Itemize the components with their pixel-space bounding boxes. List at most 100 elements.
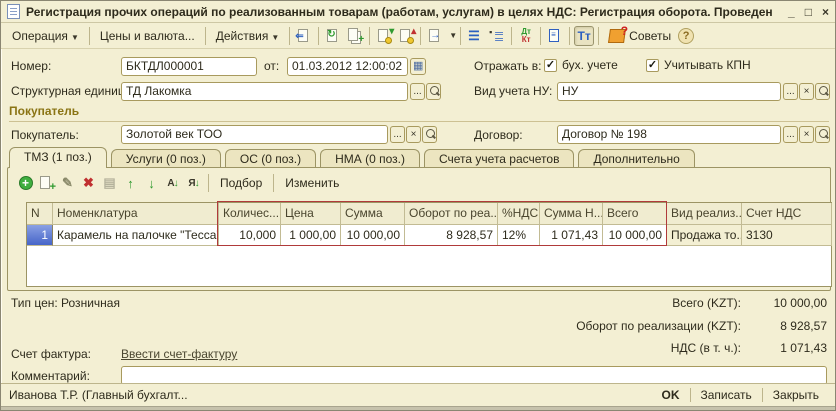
date-field[interactable]: 01.03.2012 12:00:02 (287, 57, 408, 76)
move-up-button[interactable]: ↑ (121, 174, 140, 193)
turnover-label: Оборот по реализации (KZT): (501, 319, 741, 333)
maximize-button[interactable]: □ (805, 5, 812, 19)
table-header-cell: Всего (603, 203, 667, 225)
table-cell[interactable]: 3130 (742, 225, 832, 246)
footer-bar: Иванова Т.Р. (Главный бухгалт... OK Запи… (1, 383, 835, 406)
table-row[interactable]: 1Карамель на палочке "Тесса"10,0001 000,… (27, 225, 831, 246)
table-header-cell: Сумма (341, 203, 405, 225)
structural-unit-field[interactable]: ТД Лакомка (121, 82, 408, 101)
items-table[interactable]: NНоменклатураКоличес...ЦенаСуммаОборот п… (26, 202, 832, 287)
table-cell[interactable]: 10 000,00 (341, 225, 405, 246)
nu-type-field[interactable]: НУ (557, 82, 781, 101)
toolbar-separator (420, 27, 421, 45)
table-cell[interactable]: 12% (498, 225, 540, 246)
invoice-label: Счет фактура: (11, 347, 91, 361)
change-button[interactable]: Изменить (277, 174, 347, 192)
select-dots-button[interactable]: ... (783, 126, 798, 143)
table-header-cell: Вид реализ... (667, 203, 742, 225)
ok-button[interactable]: OK (654, 386, 688, 404)
magnifier-icon[interactable] (815, 126, 830, 143)
vat-label: НДС (в т. ч.): (501, 341, 741, 355)
document-list-icon[interactable]: ▪══ (487, 26, 507, 46)
delete-row-button[interactable]: ✖ (79, 174, 98, 193)
total-value: 10 000,00 (741, 296, 827, 310)
text-description-toggle[interactable]: Тт (574, 26, 594, 46)
table-header-cell: Номенклатура (53, 203, 219, 225)
tab-3[interactable]: НМА (0 поз.) (320, 149, 420, 168)
pick-button[interactable]: Подбор (212, 174, 270, 192)
clear-button[interactable]: × (799, 126, 814, 143)
post-document-icon[interactable]: ▾ (374, 26, 394, 46)
window-resize-edge[interactable] (1, 406, 835, 411)
toolbar-separator (89, 27, 90, 45)
clear-button[interactable]: × (406, 126, 421, 143)
kpn-checkbox-label: Учитывать КПН (664, 58, 751, 72)
dt-kt-icon[interactable]: Дт Кт (516, 26, 536, 46)
operation-menu-button[interactable]: Операция▼ (5, 26, 86, 46)
toolbar-separator (460, 27, 461, 45)
structural-unit-label: Структурная единица: (11, 84, 135, 98)
edit-row-button[interactable]: ✎ (58, 174, 77, 193)
save-document-icon[interactable]: ⇐ (294, 26, 314, 46)
copy-row-button[interactable]: + (37, 174, 56, 193)
calendar-icon[interactable] (410, 58, 426, 75)
contract-field[interactable]: Договор № 198 (557, 125, 781, 144)
unpost-document-icon[interactable]: ▴ (396, 26, 416, 46)
table-cell[interactable]: 10 000,00 (603, 225, 667, 246)
magnifier-icon[interactable] (426, 83, 441, 100)
grid-toolbar: + + ✎ ✖ ▤ ↑ ↓ А↓ Я↓ Подбор Изменить (16, 172, 347, 194)
accounting-checkbox[interactable]: ✓ бух. учете (544, 58, 618, 72)
actions-menu-button[interactable]: Действия▼ (209, 26, 287, 46)
minimize-button[interactable]: _ (788, 5, 795, 19)
select-dots-button[interactable]: ... (410, 83, 425, 100)
table-cell[interactable]: Продажа то... (667, 225, 742, 246)
toolbar-separator (369, 27, 370, 45)
main-toolbar: Операция▼ Цены и валюта... Действия▼ ⇐ ↻… (1, 23, 835, 49)
toolbar-separator (598, 27, 599, 45)
comment-label: Комментарий: (11, 369, 90, 383)
magnifier-icon[interactable] (815, 83, 830, 100)
report-document-icon[interactable]: ≡ (545, 26, 565, 46)
sort-descending-button[interactable]: Я↓ (184, 174, 203, 193)
table-cell[interactable]: 8 928,57 (405, 225, 498, 246)
magnifier-icon[interactable] (422, 126, 437, 143)
chevron-down-icon[interactable]: ▼ (449, 31, 457, 40)
toolbar-separator (569, 27, 570, 45)
save-button[interactable]: Записать (693, 386, 760, 404)
select-dots-button[interactable]: ... (390, 126, 405, 143)
clear-button[interactable]: × (799, 83, 814, 100)
kpn-checkbox[interactable]: ✓ Учитывать КПН (646, 58, 751, 72)
tab-0[interactable]: ТМЗ (1 поз.) (9, 147, 107, 168)
end-edit-icon[interactable]: ▤ (100, 174, 119, 193)
select-dots-button[interactable]: ... (783, 83, 798, 100)
tab-4[interactable]: Счета учета расчетов (424, 149, 574, 168)
close-form-button[interactable]: Закрыть (765, 386, 827, 404)
table-cell[interactable]: Карамель на палочке "Тесса" (53, 225, 219, 246)
table-cell[interactable]: 1 071,43 (540, 225, 603, 246)
close-button[interactable]: × (822, 5, 829, 19)
prices-currency-button[interactable]: Цены и валюта... (93, 26, 202, 46)
help-icon[interactable]: ? (678, 28, 694, 44)
advice-button[interactable]: Советы (602, 26, 678, 46)
accounting-checkbox-label: бух. учете (562, 58, 618, 72)
enter-invoice-link[interactable]: Ввести счет-фактуру (121, 347, 237, 361)
sort-ascending-button[interactable]: А↓ (163, 174, 182, 193)
tab-5[interactable]: Дополнительно (578, 149, 694, 168)
refresh-icon[interactable]: ↻ (323, 26, 343, 46)
table-header-cell: Оборот по реа... (405, 203, 498, 225)
move-down-button[interactable]: ↓ (142, 174, 161, 193)
tab-2[interactable]: ОС (0 поз.) (225, 149, 316, 168)
buyer-section-header: Покупатель (9, 104, 829, 122)
go-to-icon[interactable]: → (425, 26, 445, 46)
table-cell[interactable]: 1 000,00 (281, 225, 341, 246)
subordination-structure-icon[interactable]: ☰ (465, 26, 485, 46)
buyer-field[interactable]: Золотой век ТОО (121, 125, 388, 144)
price-type-text: Тип цен: Розничная (11, 296, 120, 310)
footer-separator (762, 388, 763, 402)
copy-document-icon[interactable]: + (345, 26, 365, 46)
number-field[interactable]: БКТДЛ000001 (121, 57, 257, 76)
table-cell[interactable]: 1 (27, 225, 53, 246)
table-cell[interactable]: 10,000 (219, 225, 281, 246)
tab-1[interactable]: Услуги (0 поз.) (111, 149, 221, 168)
add-row-button[interactable]: + (16, 174, 35, 193)
